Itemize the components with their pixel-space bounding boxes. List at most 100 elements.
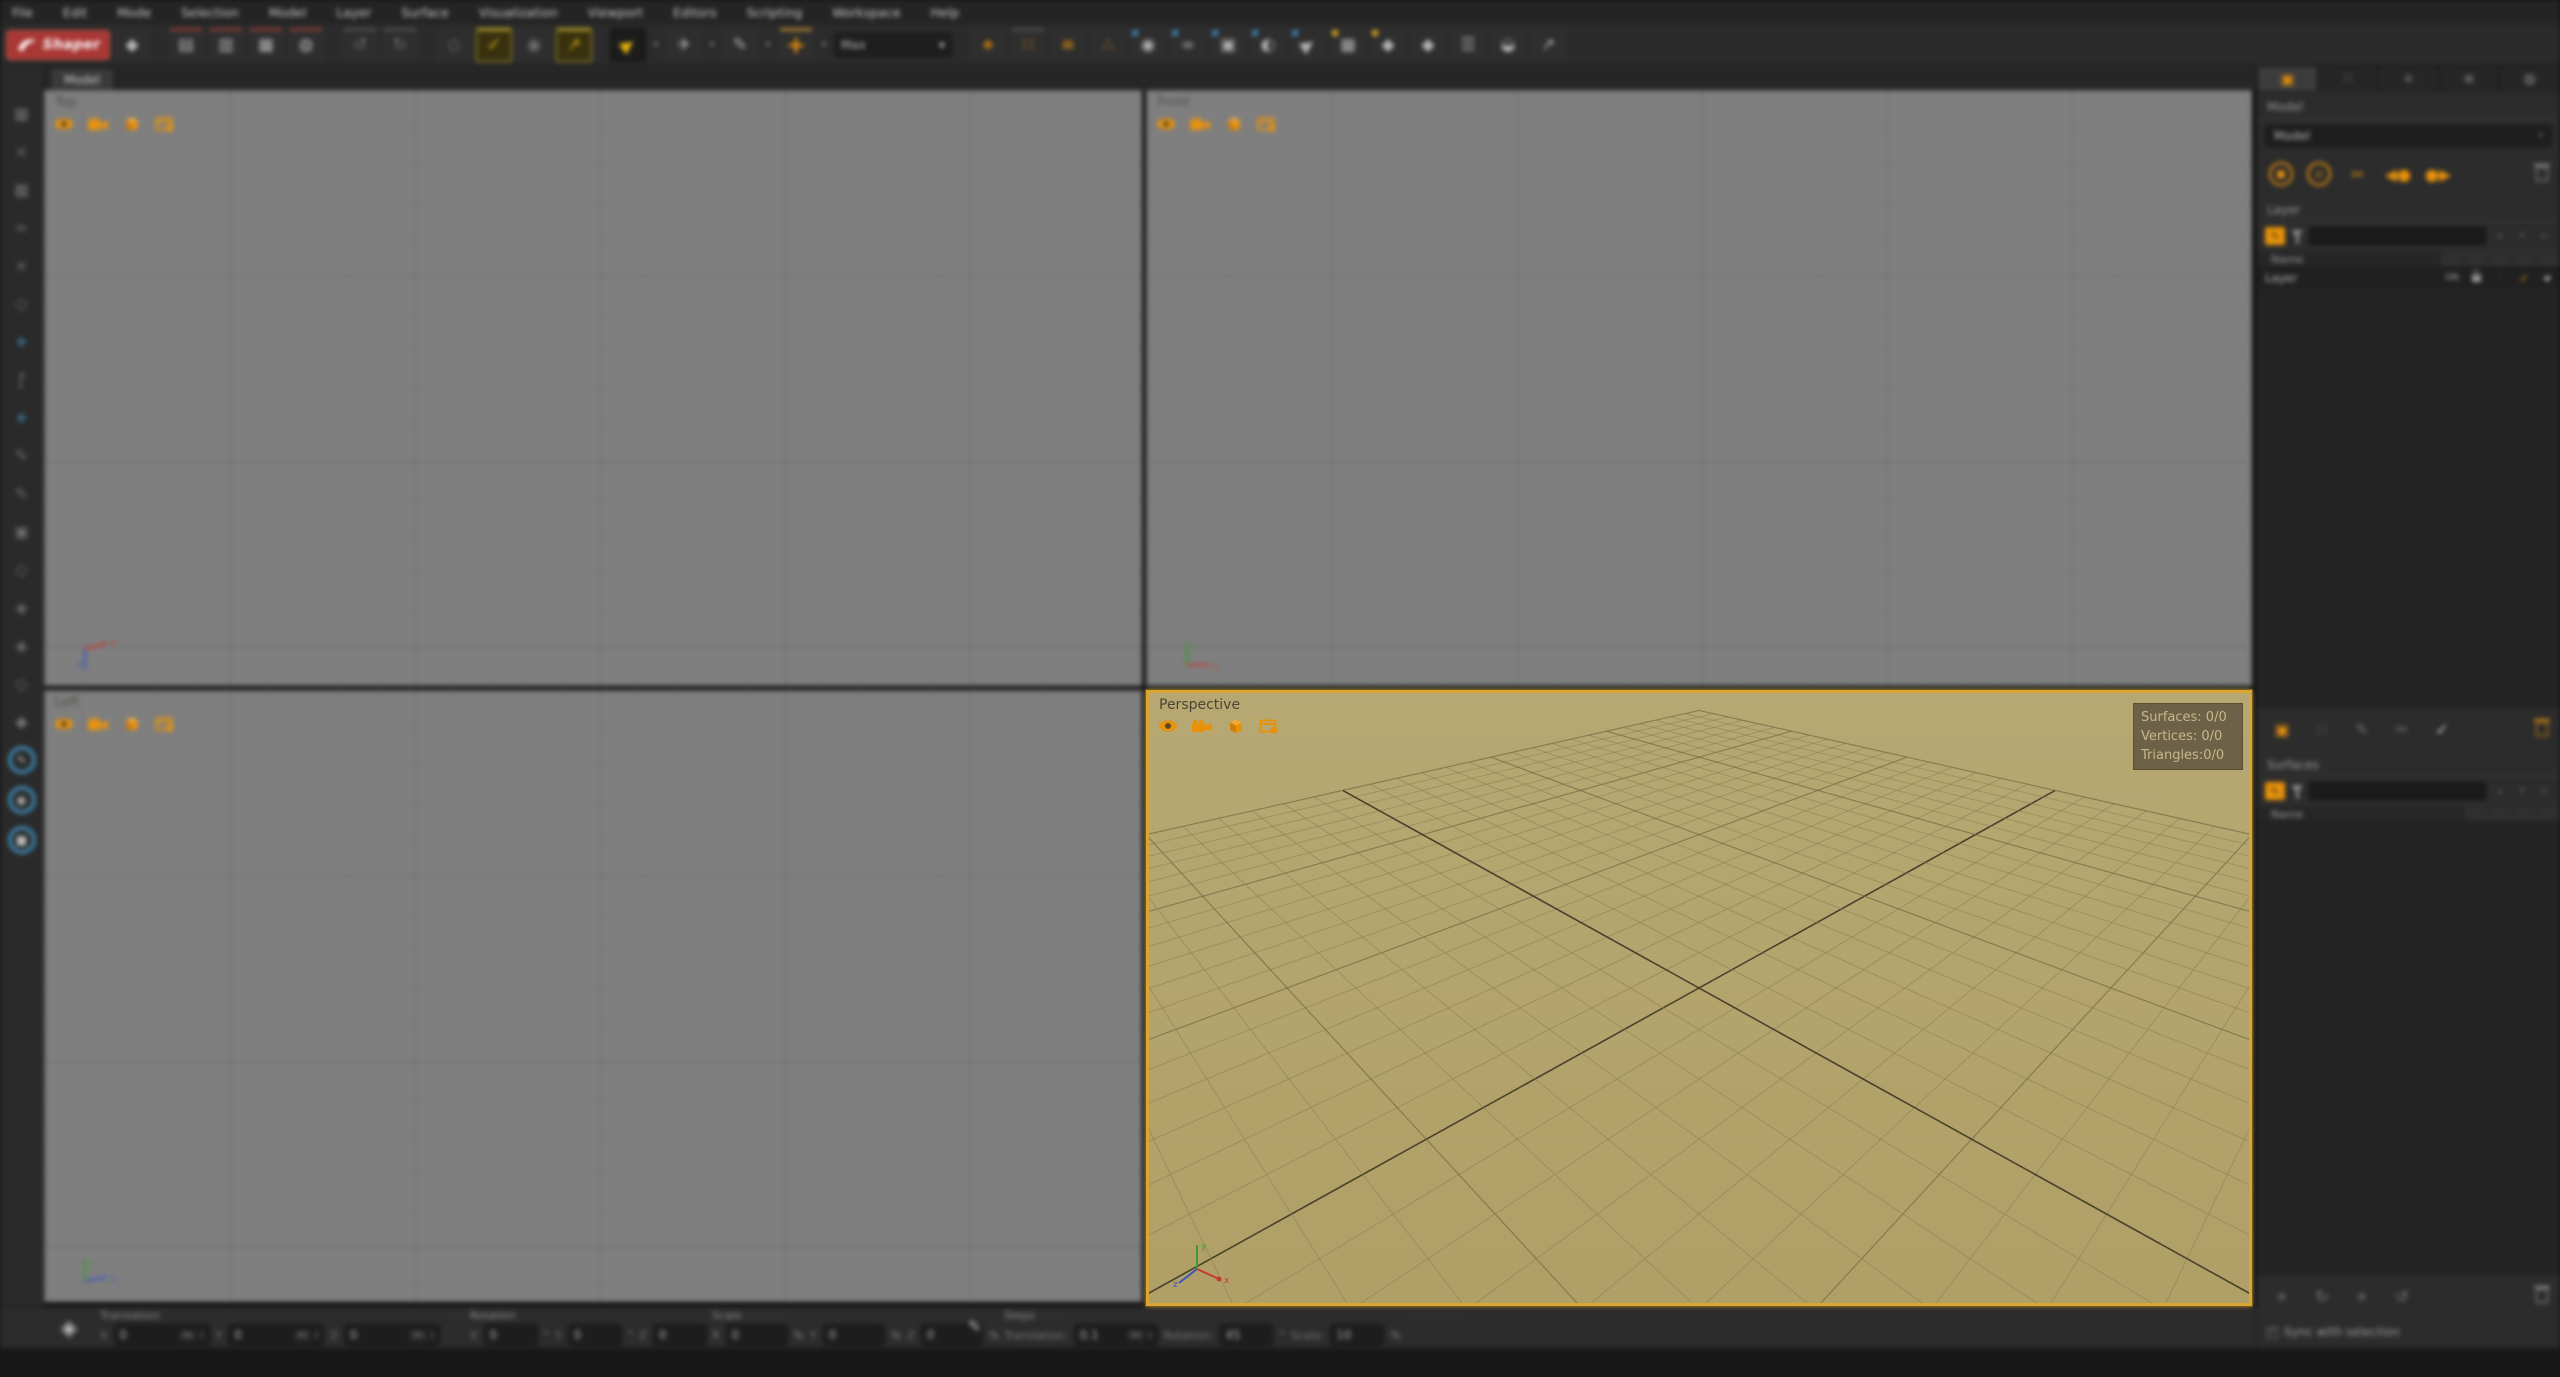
delete-surface-icon[interactable] xyxy=(2536,722,2548,736)
lock-icon[interactable] xyxy=(2464,275,2488,282)
menu-help[interactable]: Help xyxy=(931,5,960,20)
new-file-button[interactable]: ▤ xyxy=(168,28,204,62)
viewport-front[interactable]: Front x y xyxy=(1146,90,2252,686)
scale-y-field[interactable] xyxy=(823,1324,885,1346)
fly-mode-button[interactable]: ✈ xyxy=(666,28,702,62)
mirror-eyes-tool-button[interactable]: ∞ xyxy=(1170,28,1206,62)
open-file-button[interactable]: ▥ xyxy=(208,28,244,62)
menu-file[interactable]: File xyxy=(12,5,33,20)
stepper[interactable]: ▴▾ xyxy=(1149,1330,1152,1340)
menu-edit[interactable]: Edit xyxy=(63,5,87,20)
scale-diamond-icon[interactable]: ◆ xyxy=(8,708,36,734)
retopo-tool-button[interactable]: ∗ xyxy=(970,28,1006,62)
ghost-column-header[interactable] xyxy=(2488,252,2512,266)
diamond-tool-icon[interactable]: ◇ xyxy=(8,556,36,582)
stepper[interactable]: ▴▾ xyxy=(201,1330,204,1340)
save-file-button[interactable]: ▦ xyxy=(248,28,284,62)
align-tool-button[interactable]: ∴ xyxy=(1090,28,1126,62)
new-layer-icon[interactable]: ✎ xyxy=(2265,227,2285,245)
model-dropdown[interactable]: Model ▾ xyxy=(2265,125,2552,147)
viewport-settings-icon[interactable] xyxy=(1257,115,1277,132)
tab-snap[interactable]: + xyxy=(2378,66,2439,92)
poly-pair-icon[interactable]: ◈ xyxy=(8,594,36,620)
edit-surface-icon[interactable]: ✎ xyxy=(2349,716,2375,742)
menu-surface[interactable]: Surface xyxy=(401,5,449,20)
fly-mode-dropdown[interactable]: ▾ xyxy=(706,28,718,62)
camera-icon[interactable] xyxy=(1191,718,1213,734)
cube-icon[interactable] xyxy=(1225,718,1247,734)
collapse-icon[interactable]: ▴ xyxy=(2492,784,2508,798)
viewport-settings-icon[interactable] xyxy=(1259,717,1279,734)
menu-visualization[interactable]: Visualization xyxy=(479,5,558,20)
rotate-gizmo-icon[interactable]: ↺ xyxy=(2389,1283,2415,1309)
menu-model[interactable]: Model xyxy=(269,5,307,20)
viewport-perspective[interactable]: Perspective Surfaces: 0/0 Vertices: 0/0 … xyxy=(1146,690,2252,1306)
tab-model[interactable]: Model xyxy=(50,68,114,90)
viewport-top[interactable]: Top x z xyxy=(44,90,1142,686)
viewport-left[interactable]: Left z y xyxy=(44,690,1142,1302)
eye-icon[interactable] xyxy=(53,116,75,132)
expand-icon[interactable]: ▾ xyxy=(2514,229,2530,243)
tab-hierarchy[interactable]: ≡ xyxy=(2439,66,2500,92)
add-box-icon[interactable]: ▣ xyxy=(8,518,36,544)
keyboard-panel-button[interactable]: ☰ xyxy=(1450,28,1486,62)
edit-steps-icon[interactable]: ✎ xyxy=(968,1317,981,1336)
viewport-settings-icon[interactable] xyxy=(155,715,175,732)
lock-toggle-button[interactable]: ◉ xyxy=(516,28,552,62)
menu-scripting[interactable]: Scripting xyxy=(747,5,803,20)
pin-tool-button[interactable]: ◉ xyxy=(1130,28,1166,62)
stepper[interactable]: ▴▾ xyxy=(431,1330,434,1340)
hierarchy-tool-button[interactable]: ≡ xyxy=(1050,28,1086,62)
eye-icon[interactable] xyxy=(1155,116,1177,132)
cube-icon[interactable] xyxy=(1223,116,1245,132)
column-header[interactable] xyxy=(2536,807,2560,821)
surfaces-list-area[interactable] xyxy=(2257,823,2560,1275)
cube-icon[interactable] xyxy=(121,116,143,132)
rotation-z-input[interactable] xyxy=(659,1328,701,1342)
smooth-shade-toggle-button[interactable]: ↗ xyxy=(556,28,592,62)
menu-layer[interactable]: Layer xyxy=(336,5,371,20)
move-tool-dropdown[interactable]: ▾ xyxy=(818,28,830,62)
surfaces-filter-input[interactable] xyxy=(2309,782,2486,800)
surfaces-settings-icon[interactable]: ◎ xyxy=(2536,784,2552,798)
local-gizmo-icon[interactable]: + xyxy=(2269,1283,2295,1309)
name-column-header[interactable]: Name xyxy=(2271,808,2464,821)
duplicate-icon[interactable]: ◎ xyxy=(2307,162,2331,186)
steps-translation-input[interactable] xyxy=(1080,1328,1123,1342)
menu-mode[interactable]: Mode xyxy=(117,5,151,20)
gauge-tool-button[interactable]: ◒ xyxy=(1490,28,1526,62)
snap-toggle-button[interactable]: ◇ xyxy=(436,28,472,62)
transform-gizmo-icon[interactable]: + xyxy=(8,404,36,430)
scale-x-input[interactable] xyxy=(732,1328,782,1342)
gamepad-panel-button[interactable]: ◆ xyxy=(114,28,150,62)
camera-icon[interactable] xyxy=(87,716,109,732)
redo-button[interactable]: ↻ xyxy=(382,28,418,62)
select-all-check-icon[interactable]: ✓ xyxy=(2429,716,2455,742)
select-tool-dropdown[interactable]: ▾ xyxy=(650,28,662,62)
orbit-gizmo-icon[interactable]: ↻ xyxy=(2309,1283,2335,1309)
pivot-icon[interactable]: ◈ xyxy=(52,1313,86,1343)
scale-x-field[interactable] xyxy=(726,1324,788,1346)
grid-snap-icon[interactable]: ▦ xyxy=(8,100,36,126)
move-gizmo-icon[interactable]: + xyxy=(2349,1283,2375,1309)
menu-workspace[interactable]: Workspace xyxy=(832,5,900,20)
column-header[interactable] xyxy=(2512,807,2536,821)
steps-rotation-input[interactable] xyxy=(1225,1328,1267,1342)
orbit-world-tool-button[interactable]: ◐ xyxy=(1250,28,1286,62)
column-header[interactable] xyxy=(2488,807,2512,821)
filter-icon[interactable] xyxy=(2291,230,2303,238)
collapse-icon[interactable]: ▴ xyxy=(2492,229,2508,243)
weld-icon[interactable]: ∷ xyxy=(2309,716,2335,742)
draw-mode-icon[interactable]: ✎ xyxy=(8,746,36,774)
ghost-toggle[interactable]: · xyxy=(2488,273,2512,283)
prev-item-icon[interactable]: ◀● xyxy=(2385,161,2411,187)
dissolve-icon[interactable]: × xyxy=(8,252,36,278)
viewport-settings-icon[interactable] xyxy=(155,115,175,132)
layer-on-toggle[interactable]: ON xyxy=(2440,273,2464,283)
box-mode-icon[interactable]: ■ xyxy=(8,826,36,854)
function-curve-icon[interactable]: ƒ xyxy=(8,366,36,392)
delete-pivot-icon[interactable] xyxy=(2536,1289,2548,1303)
import-model-button[interactable]: ◍ xyxy=(288,28,324,62)
split-icon[interactable]: ✂ xyxy=(2389,716,2415,742)
camera-icon[interactable] xyxy=(1189,116,1211,132)
